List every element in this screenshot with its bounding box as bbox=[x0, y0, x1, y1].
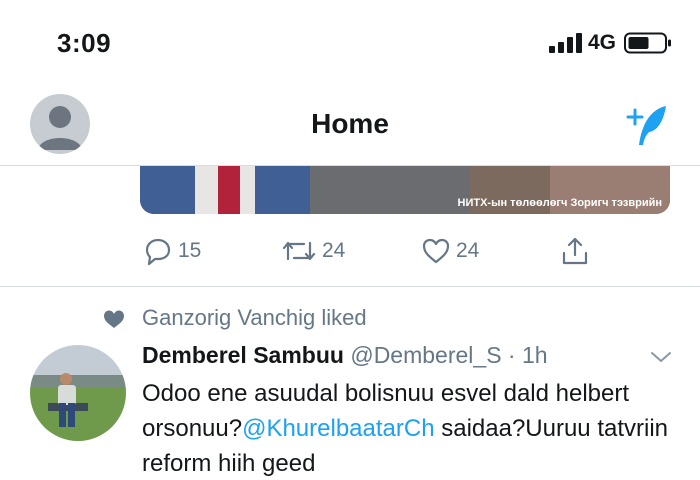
network-type: 4G bbox=[588, 31, 617, 54]
social-context[interactable]: Ganzorig Vanchig liked bbox=[142, 305, 367, 331]
media-photo-part bbox=[310, 166, 470, 214]
author-handle[interactable]: @Demberel_S bbox=[350, 342, 501, 368]
author-avatar[interactable] bbox=[30, 345, 126, 441]
retweet-count: 24 bbox=[322, 239, 346, 262]
tweet-text: Odoo ene asuudal bolisnuu esvel dald hel… bbox=[142, 376, 682, 480]
reply-count: 15 bbox=[178, 239, 202, 262]
page-title: Home bbox=[311, 108, 389, 139]
status-time: 3:09 bbox=[57, 28, 112, 58]
reply-button[interactable]: 15 bbox=[142, 234, 201, 268]
chevron-down-icon[interactable] bbox=[650, 350, 672, 364]
author-photo bbox=[30, 345, 126, 441]
media-photo-part bbox=[218, 166, 240, 214]
tweet-media-image[interactable]: НИТХ-ын төлөөлөгч Зоригч тэзврийн bbox=[140, 166, 670, 214]
heart-filled-icon bbox=[104, 310, 124, 328]
nav-bar: Home bbox=[0, 86, 700, 166]
media-caption: НИТХ-ын төлөөлөгч Зоригч тэзврийн bbox=[457, 197, 662, 209]
tweet-time: 1h bbox=[521, 342, 548, 368]
signal-icon bbox=[549, 33, 582, 53]
header-separator: · bbox=[501, 342, 522, 368]
retweet-button[interactable]: 24 bbox=[280, 234, 345, 268]
author-name[interactable]: Demberel Sambuu bbox=[142, 342, 344, 368]
reply-icon bbox=[145, 238, 171, 266]
like-icon bbox=[422, 238, 450, 264]
share-icon bbox=[562, 237, 588, 265]
like-count: 24 bbox=[456, 239, 480, 262]
compose-tweet-icon[interactable] bbox=[622, 102, 672, 148]
tweet-header: Demberel Sambuu @Demberel_S · 1h bbox=[142, 342, 548, 369]
like-button[interactable]: 24 bbox=[420, 234, 479, 268]
battery-icon bbox=[624, 32, 671, 54]
tweet-divider bbox=[0, 286, 700, 287]
mention-link[interactable]: @KhurelbaatarCh bbox=[242, 415, 434, 442]
share-button[interactable] bbox=[560, 234, 590, 268]
retweet-icon bbox=[282, 241, 316, 261]
status-bar: 3:09 4G bbox=[0, 0, 700, 86]
